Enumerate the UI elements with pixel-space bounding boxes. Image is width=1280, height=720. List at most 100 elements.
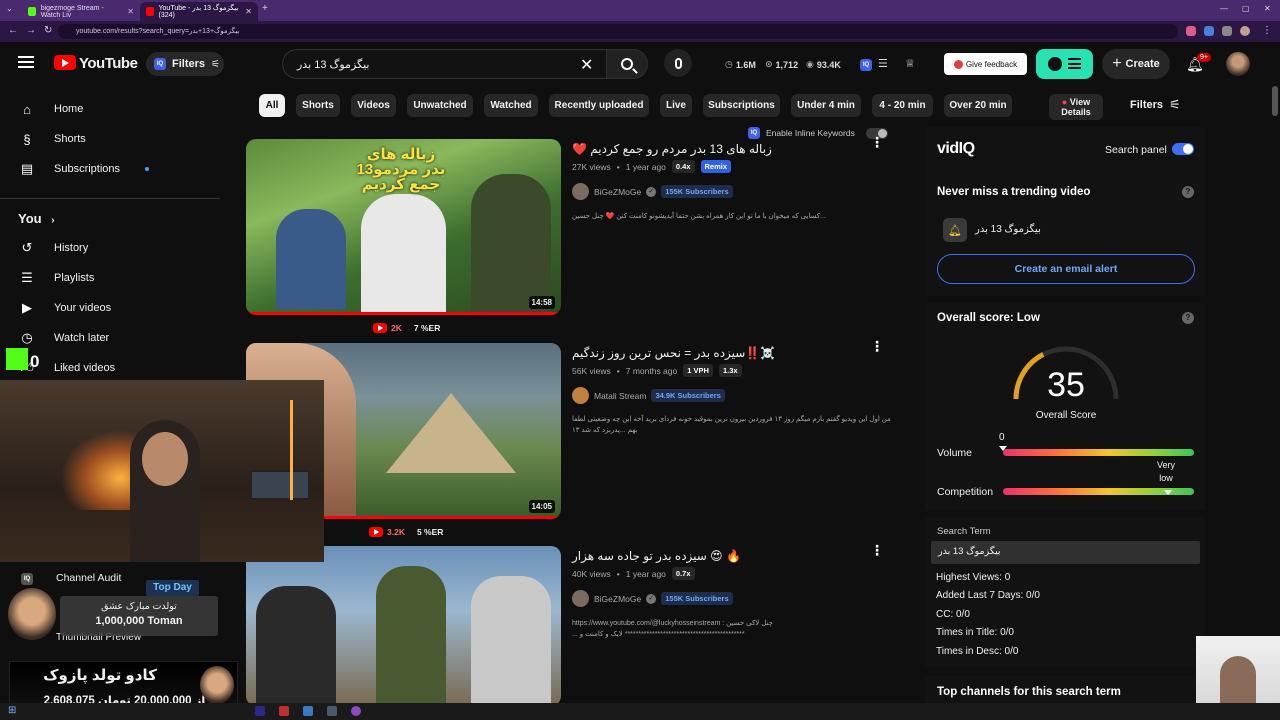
vidiq-icon[interactable]: IQ [860, 59, 872, 71]
video-thumbnail[interactable] [246, 546, 561, 706]
channel-avatar[interactable] [572, 387, 589, 404]
channel-row[interactable]: BiGeZMoGe ✓ 155K Subscribers [572, 183, 733, 200]
app-icon[interactable] [303, 706, 313, 716]
chip-under-4-min[interactable]: Under 4 min [791, 94, 861, 117]
search-term-field[interactable]: بیگزموگ 13 بدر [931, 541, 1200, 564]
list-icon[interactable]: ☰ [878, 57, 888, 70]
chip-4-20-min[interactable]: 4 - 20 min [872, 94, 933, 117]
thumbnail-figure [256, 586, 336, 706]
channel-audit-label[interactable]: Channel Audit [56, 572, 121, 584]
close-tab-icon[interactable]: ✕ [127, 7, 134, 16]
search-button[interactable] [606, 49, 648, 79]
channel-avatar[interactable] [572, 183, 589, 200]
app-icon[interactable] [255, 706, 265, 716]
stat-cc: CC: 0/0 [936, 609, 970, 620]
create-email-alert-button[interactable]: Create an email alert [937, 254, 1195, 284]
sidebar-item-label: Subscriptions [54, 163, 121, 175]
chip-unwatched[interactable]: Unwatched [407, 94, 473, 117]
filters-button[interactable]: Filters ⚟ [1130, 97, 1181, 113]
close-tab-icon[interactable]: ✕ [245, 7, 252, 16]
close-window-icon[interactable]: ✕ [1264, 4, 1271, 13]
new-tab-icon[interactable]: + [262, 3, 268, 14]
browser-tab-youtube[interactable]: YouTube - بیگزموگ 13 بدر (324) ✕ [140, 2, 258, 21]
page-scrollbar[interactable] [1272, 86, 1278, 116]
menu-hamburger-icon[interactable] [18, 56, 34, 68]
sidebar-you-heading[interactable]: You › [18, 211, 55, 226]
start-icon[interactable]: ⊞ [8, 705, 16, 716]
profile-icon[interactable] [1240, 26, 1250, 36]
channel-name[interactable]: BiGeZMoGe [594, 594, 641, 604]
extension-icon[interactable] [1186, 26, 1196, 36]
more-options-icon[interactable]: ⋮ [870, 543, 884, 557]
maximize-icon[interactable]: ▢ [1242, 4, 1250, 13]
help-icon[interactable]: ? [1182, 312, 1194, 324]
sidebar-item-history[interactable]: ↺ History [0, 233, 220, 263]
youtube-logo-icon[interactable] [54, 55, 76, 70]
give-feedback-button[interactable]: Give feedback [944, 53, 1027, 75]
view-details-button[interactable]: ● View Details [1049, 94, 1103, 120]
search-input[interactable]: بیگزموگ 13 بدر [282, 49, 607, 79]
sidebar-item-playlists[interactable]: ☰ Playlists [0, 263, 220, 293]
more-options-icon[interactable]: ⋮ [870, 339, 884, 353]
top-day-badge: Top Day [146, 580, 199, 596]
os-taskbar: ⊞ [0, 703, 1280, 720]
minimize-icon[interactable]: — [1220, 4, 1228, 13]
chip-shorts[interactable]: Shorts [296, 94, 340, 117]
search-value: بیگزموگ 13 بدر [297, 59, 370, 71]
engagement-rate: 5 %ER [416, 527, 444, 537]
tab-search-icon[interactable]: ⌄ [6, 4, 13, 13]
chip-over-20-min[interactable]: Over 20 min [944, 94, 1012, 117]
browser-tab-kick[interactable]: bigezmoge Stream - Watch Liv ✕ [22, 2, 140, 21]
chip-all[interactable]: All [259, 94, 285, 117]
chip-watched[interactable]: Watched [484, 94, 538, 117]
video-title[interactable]: زباله های 13 بدر مردم رو جمع کردیم ❤️ [572, 142, 772, 156]
divider [0, 198, 220, 199]
help-icon[interactable]: ? [1182, 186, 1194, 198]
forward-icon[interactable]: → [26, 25, 36, 36]
channel-name[interactable]: Matali Stream [594, 391, 646, 401]
trophy-icon[interactable]: ♕ [905, 57, 915, 70]
app-icon[interactable] [351, 706, 361, 716]
reload-icon[interactable]: ↻ [44, 25, 52, 36]
video-title[interactable]: ☠️‼️سیزده بدر = نحس ترین روز زندگیم [572, 346, 775, 360]
sidebar-item-watch-later[interactable]: ◷ Watch later [0, 323, 220, 353]
volume-value: 0 [999, 432, 1005, 443]
chip-subscriptions[interactable]: Subscriptions [703, 94, 780, 117]
channel-row[interactable]: BiGeZMoGe ✓ 155K Subscribers [572, 590, 733, 607]
sidebar-item-subscriptions[interactable]: ▤ Subscriptions [0, 154, 220, 184]
stat-views: ◷ 1.6M [725, 59, 756, 70]
sidebar-item-shorts[interactable]: § Shorts [0, 124, 220, 154]
avatar[interactable] [1226, 52, 1250, 76]
channel-name[interactable]: BiGeZMoGe [594, 187, 641, 197]
clear-search-icon[interactable]: ✕ [580, 55, 593, 75]
extension-icon[interactable] [1222, 26, 1232, 36]
chip-recently-uploaded[interactable]: Recently uploaded [549, 94, 649, 117]
channel-row[interactable]: Matali Stream 34.9K Subscribers [572, 387, 725, 404]
channel-avatar[interactable] [572, 590, 589, 607]
engagement-rate: 7 %ER [413, 323, 441, 333]
chip-videos[interactable]: Videos [351, 94, 396, 117]
feedback-icon [953, 59, 963, 69]
chip-live[interactable]: Live [660, 94, 692, 117]
chevron-right-icon: › [51, 215, 55, 226]
back-icon[interactable]: ← [8, 25, 18, 36]
vidiq-filters-button[interactable]: IQ Filters ⚟ [146, 52, 224, 76]
more-options-icon[interactable]: ⋮ [870, 135, 884, 149]
thumbnail-figure [361, 194, 446, 315]
menu-dots-icon[interactable]: ⋮ [1262, 25, 1272, 36]
subscriber-badge: 34.9K Subscribers [651, 389, 725, 402]
voice-search-button[interactable] [664, 49, 692, 77]
video-title[interactable]: 🔥 😍 سیزده بدر تو جاده سه هزار [572, 549, 741, 563]
url-bar[interactable]: youtube.com/results?search_query=بیگزموگ… [58, 24, 1178, 39]
app-icon[interactable] [327, 706, 337, 716]
video-thumbnail[interactable]: زباله های 13بدر مردمو جمع کردیم 14:58 [246, 139, 561, 315]
search-panel-toggle[interactable] [1172, 143, 1194, 155]
create-button[interactable]: + Create [1102, 49, 1170, 79]
app-icon[interactable] [279, 706, 289, 716]
youtube-logo-text[interactable]: YouTube [79, 55, 138, 72]
extension-icon[interactable] [1204, 26, 1214, 36]
vidiq-toggle-button[interactable] [1036, 49, 1093, 79]
sidebar-item-your-videos[interactable]: ▶ Your videos [0, 293, 220, 323]
sidebar-item-home[interactable]: ⌂ Home [0, 94, 220, 124]
remix-badge[interactable]: Remix [700, 160, 732, 173]
